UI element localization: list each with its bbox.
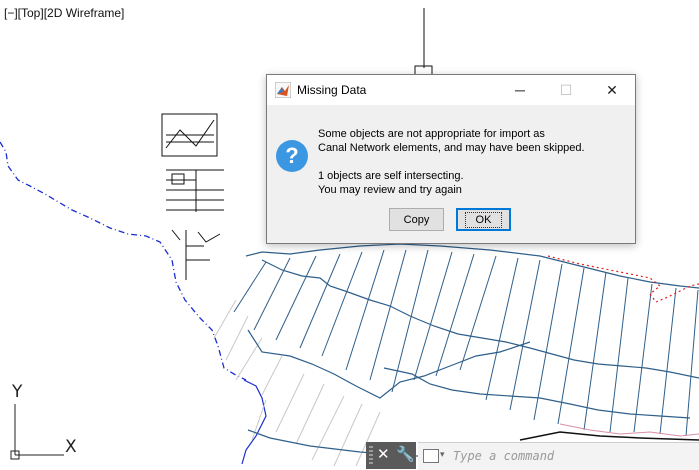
ok-button[interactable]: OK (456, 208, 511, 231)
command-placeholder: Type a command (453, 449, 555, 463)
matlab-app-icon (275, 82, 291, 98)
red-boundary (547, 255, 699, 303)
dialog-titlebar[interactable]: Missing Data ─ ☐ ✕ (267, 75, 635, 105)
viewport-controls[interactable]: [−][Top][2D Wireframe] (4, 6, 124, 20)
message-line-3: 1 objects are self intersecting. (318, 170, 464, 182)
schematic-symbols (161, 113, 224, 280)
close-icon[interactable]: ✕ (377, 445, 390, 463)
message-line-1: Some objects are not appropriate for imp… (318, 128, 545, 140)
chevron-down-icon[interactable]: ▾ (440, 449, 445, 460)
hatch-lines (213, 299, 381, 467)
message-line-2: Canal Network elements, and may have bee… (318, 142, 585, 154)
question-icon: ? (276, 140, 308, 172)
ucs-x-label: X (65, 437, 77, 457)
canal-network (245, 243, 699, 457)
drag-handle-icon[interactable] (369, 446, 373, 464)
ucs-icon (10, 404, 64, 460)
copy-button[interactable]: Copy (389, 208, 444, 231)
message-line-4: You may review and try again (318, 184, 462, 196)
black-edge (519, 431, 699, 441)
ucs-y-label: Y (12, 382, 23, 402)
minimize-icon[interactable]: ─ (497, 75, 543, 105)
dialog-title: Missing Data (297, 83, 367, 97)
maximize-icon[interactable]: ☐ (543, 75, 589, 105)
close-icon[interactable]: ✕ (589, 75, 635, 105)
site-boundary (0, 141, 247, 381)
wrench-icon[interactable]: 🔧 (396, 445, 415, 463)
command-line: ✕ 🔧 ▾ Type a command (366, 442, 699, 470)
command-prompt-icon[interactable] (423, 449, 439, 463)
boundary-edge (241, 379, 267, 465)
ok-button-label: OK (464, 211, 503, 228)
missing-data-dialog: Missing Data ─ ☐ ✕ ? Some objects are no… (266, 74, 636, 244)
command-input[interactable]: ▾ Type a command (418, 442, 699, 470)
command-line-toolbar: ✕ 🔧 (366, 442, 416, 469)
